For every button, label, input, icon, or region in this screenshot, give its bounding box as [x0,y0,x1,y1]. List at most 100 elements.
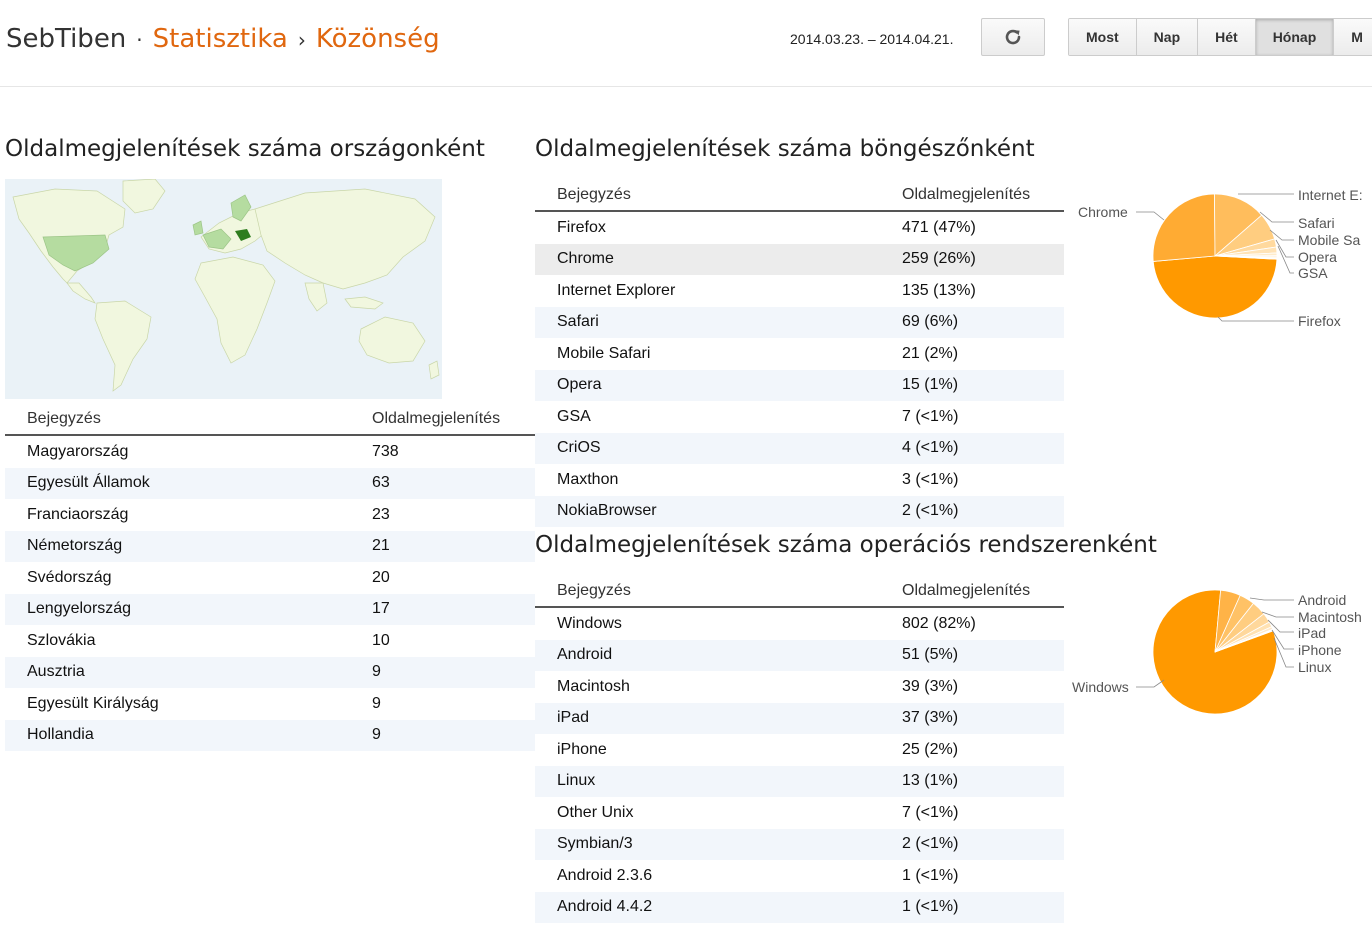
os-pageviews: 1 (<1%) [902,891,1064,923]
os-name: iPad [535,702,902,734]
os-name: iPhone [557,740,607,758]
range-button-het[interactable]: Hét [1198,19,1256,55]
table-row: Macintosh 39 (3%) [535,671,1064,703]
browser-pageviews: 3 (<1%) [902,470,959,488]
browser-pageviews: 15 (1%) [902,369,1064,401]
browser-name: Safari [535,306,902,338]
table-row: Android 4.4.2 1 (<1%) [535,891,1064,923]
range-button-most[interactable]: Most [1069,19,1137,55]
pie-label: Internet E: [1298,187,1363,203]
breadcrumb-kozonseg: Közönség [315,24,440,54]
column-header-pageviews[interactable]: Oldalmegjelenítés [372,404,535,436]
country-name: Egyesült Királyság [27,694,159,712]
browser-pageviews: 259 (26%) [902,243,1064,275]
country-pageviews: 738 [372,442,399,460]
browser-name: Firefox [557,218,606,236]
table-row: Franciaország 23 [5,499,535,531]
os-pageviews: 7 (<1%) [902,803,959,821]
pie-label: Firefox [1298,313,1341,329]
table-row: Mobile Safari 21 (2%) [535,338,1064,370]
browser-name: Maxthon [557,470,619,488]
table-row: Németország 21 [5,530,535,562]
browser-name: Mobile Safari [557,344,651,362]
countries-table: Bejegyzés Oldalmegjelenítés Magyarország… [5,404,535,751]
breadcrumb: SebTiben · Statisztika › Közönség [6,24,440,54]
pie-slice-chrome[interactable] [1152,193,1216,262]
pie-label: GSA [1298,265,1328,281]
table-row: Svédország 20 [5,562,535,594]
refresh-icon [1005,29,1021,45]
site-name-link[interactable]: SebTiben [6,24,126,54]
pie-label: Linux [1298,659,1331,675]
os-name: Other Unix [557,803,634,821]
world-map[interactable] [5,179,442,399]
country-pageviews: 63 [372,467,535,499]
column-header-entry[interactable]: Bejegyzés [5,404,372,436]
table-row: Safari 69 (6%) [535,306,1064,338]
column-header-entry[interactable]: Bejegyzés [535,180,902,212]
range-button-more[interactable]: M [1334,19,1372,55]
browser-pageviews: 21 (2%) [902,344,959,362]
country-name: Franciaország [27,505,129,523]
table-header-row: Bejegyzés Oldalmegjelenítés [5,404,535,436]
table-row: Android 51 (5%) [535,639,1064,671]
browsers-pie-chart[interactable]: Chrome Internet E: Safari Mobile Sa Oper… [1064,180,1372,340]
country-pageviews: 23 [372,505,390,523]
os-pageviews: 13 (1%) [902,765,1064,797]
country-name: Németország [5,530,372,562]
country-name: Svédország [27,568,112,586]
column-header-pageviews[interactable]: Oldalmegjelenítés [902,576,1064,608]
table-row: Szlovákia 10 [5,625,535,657]
table-row: CriOS 4 (<1%) [535,432,1064,464]
table-row: Linux 13 (1%) [535,765,1064,797]
browser-name: Chrome [535,243,902,275]
table-row: Hollandia 9 [5,719,535,751]
browsers-section-title: Oldalmegjelenítések száma böngészőnként [535,136,1035,162]
country-pageviews: 9 [372,719,535,751]
world-map-graphic [5,179,442,399]
os-name: Windows [557,614,622,632]
table-row: Symbian/3 2 (<1%) [535,828,1064,860]
browser-pageviews: 69 (6%) [902,306,1064,338]
countries-section-title: Oldalmegjelenítések száma országonként [5,136,485,162]
table-row: Magyarország 738 [5,435,535,468]
browser-name: Opera [535,369,902,401]
column-header-entry[interactable]: Bejegyzés [535,576,902,608]
breadcrumb-statisztika-link[interactable]: Statisztika [153,24,288,54]
os-pageviews: 37 (3%) [902,702,1064,734]
os-name: Macintosh [557,677,630,695]
pie-label: Macintosh [1298,609,1362,625]
pie-label: Android [1298,592,1346,608]
table-row: Ausztria 9 [5,656,535,688]
browser-name: CriOS [535,432,902,464]
table-row: Opera 15 (1%) [535,369,1064,401]
country-pageviews: 10 [372,631,390,649]
browser-name: NokiaBrowser [535,495,902,527]
table-row: Other Unix 7 (<1%) [535,797,1064,829]
range-button-nap[interactable]: Nap [1136,19,1199,55]
country-pageviews: 17 [372,593,535,625]
table-row: Lengyelország 17 [5,593,535,625]
date-range-label: 2014.03.23. – 2014.04.21. [790,31,954,47]
os-section-title: Oldalmegjelenítések száma operációs rend… [535,532,1157,558]
table-row: iPhone 25 (2%) [535,734,1064,766]
country-name: Egyesült Államok [5,467,372,499]
browser-pageviews: 7 (<1%) [902,407,959,425]
country-name: Magyarország [27,442,129,460]
pie-slice-firefox[interactable] [1152,255,1278,319]
table-header-row: Bejegyzés Oldalmegjelenítés [535,576,1064,608]
breadcrumb-separator: · [136,28,143,52]
refresh-button[interactable] [981,18,1045,56]
table-row: GSA 7 (<1%) [535,401,1064,433]
pie-label: iPad [1298,625,1326,641]
pie-label: Windows [1072,679,1129,695]
os-pageviews: 25 (2%) [902,740,959,758]
column-header-pageviews[interactable]: Oldalmegjelenítés [902,180,1064,212]
os-pageviews: 2 (<1%) [902,828,1064,860]
time-range-button-group: Most Nap Hét Hónap M [1068,18,1372,56]
breadcrumb-separator: › [297,28,306,52]
browsers-table: Bejegyzés Oldalmegjelenítés Firefox 471 (… [535,180,1064,527]
range-button-honap[interactable]: Hónap [1255,19,1335,55]
os-pie-chart[interactable]: Android Macintosh iPad iPhone Linux Wind… [1064,576,1372,726]
country-pageviews: 9 [372,656,535,688]
